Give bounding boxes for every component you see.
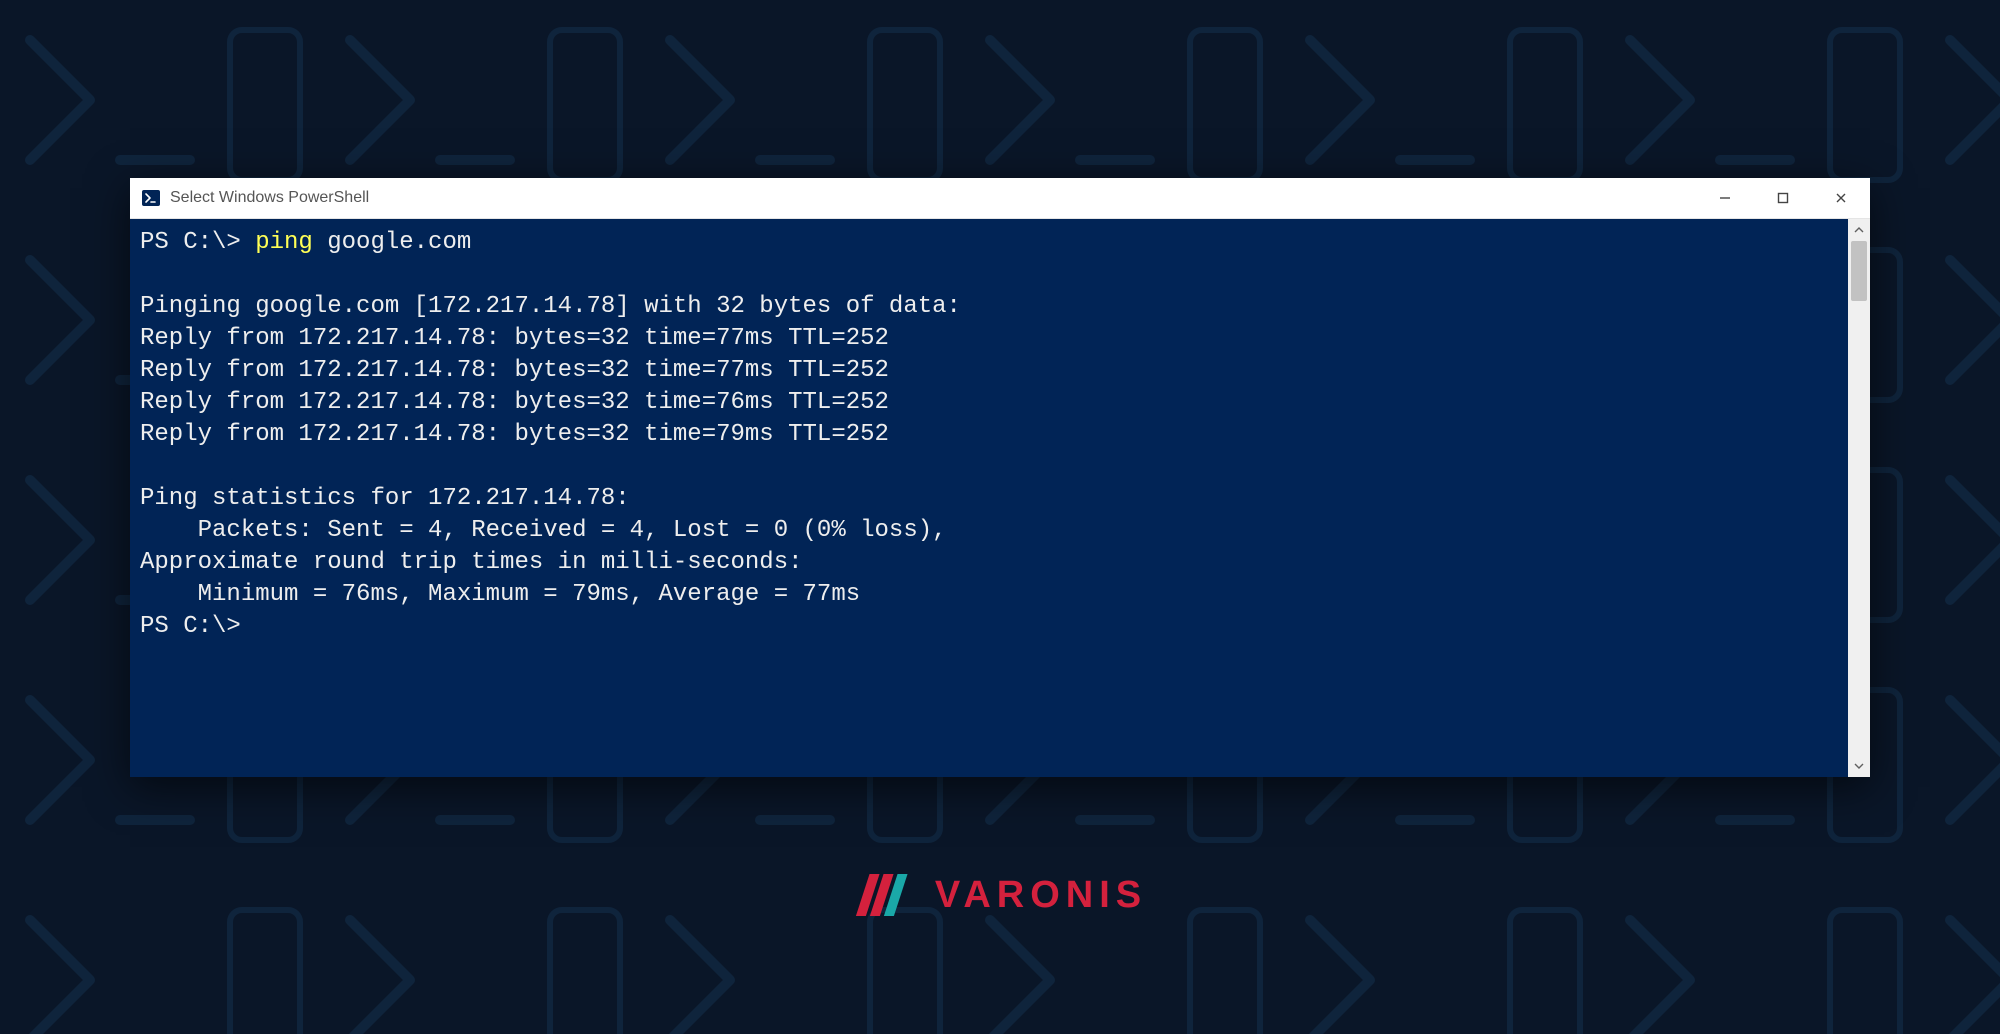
varonis-logo: VARONIS bbox=[853, 870, 1147, 920]
vertical-scrollbar[interactable] bbox=[1848, 219, 1870, 777]
prompt-prefix: PS C:\> bbox=[140, 229, 255, 256]
minimize-button[interactable] bbox=[1696, 178, 1754, 218]
console-area: PS C:\> ping google.com Pinging google.c… bbox=[130, 219, 1870, 777]
output-line: Reply from 172.217.14.78: bytes=32 time=… bbox=[140, 325, 889, 352]
maximize-button[interactable] bbox=[1754, 178, 1812, 218]
window-title: Select Windows PowerShell bbox=[170, 189, 369, 207]
output-line: Reply from 172.217.14.78: bytes=32 time=… bbox=[140, 421, 889, 448]
command-name: ping bbox=[255, 229, 313, 256]
powershell-window: Select Windows PowerShell PS C:\> ping g… bbox=[130, 178, 1870, 777]
output-line: Minimum = 76ms, Maximum = 79ms, Average … bbox=[140, 581, 860, 608]
scroll-up-button[interactable] bbox=[1848, 219, 1870, 241]
output-line: Packets: Sent = 4, Received = 4, Lost = … bbox=[140, 517, 947, 544]
output-line: Reply from 172.217.14.78: bytes=32 time=… bbox=[140, 389, 889, 416]
titlebar[interactable]: Select Windows PowerShell bbox=[130, 178, 1870, 219]
output-line: Pinging google.com [172.217.14.78] with … bbox=[140, 293, 961, 320]
varonis-wordmark: VARONIS bbox=[935, 874, 1147, 917]
powershell-icon bbox=[140, 187, 162, 209]
scroll-thumb[interactable] bbox=[1851, 241, 1867, 301]
output-line: Approximate round trip times in milli-se… bbox=[140, 549, 803, 576]
output-line: Reply from 172.217.14.78: bytes=32 time=… bbox=[140, 357, 889, 384]
prompt-idle: PS C:\> bbox=[140, 613, 241, 640]
output-line: Ping statistics for 172.217.14.78: bbox=[140, 485, 630, 512]
close-button[interactable] bbox=[1812, 178, 1870, 218]
scroll-down-button[interactable] bbox=[1848, 755, 1870, 777]
varonis-mark-icon bbox=[853, 870, 923, 920]
command-args: google.com bbox=[313, 229, 471, 256]
console-output[interactable]: PS C:\> ping google.com Pinging google.c… bbox=[130, 219, 1848, 777]
